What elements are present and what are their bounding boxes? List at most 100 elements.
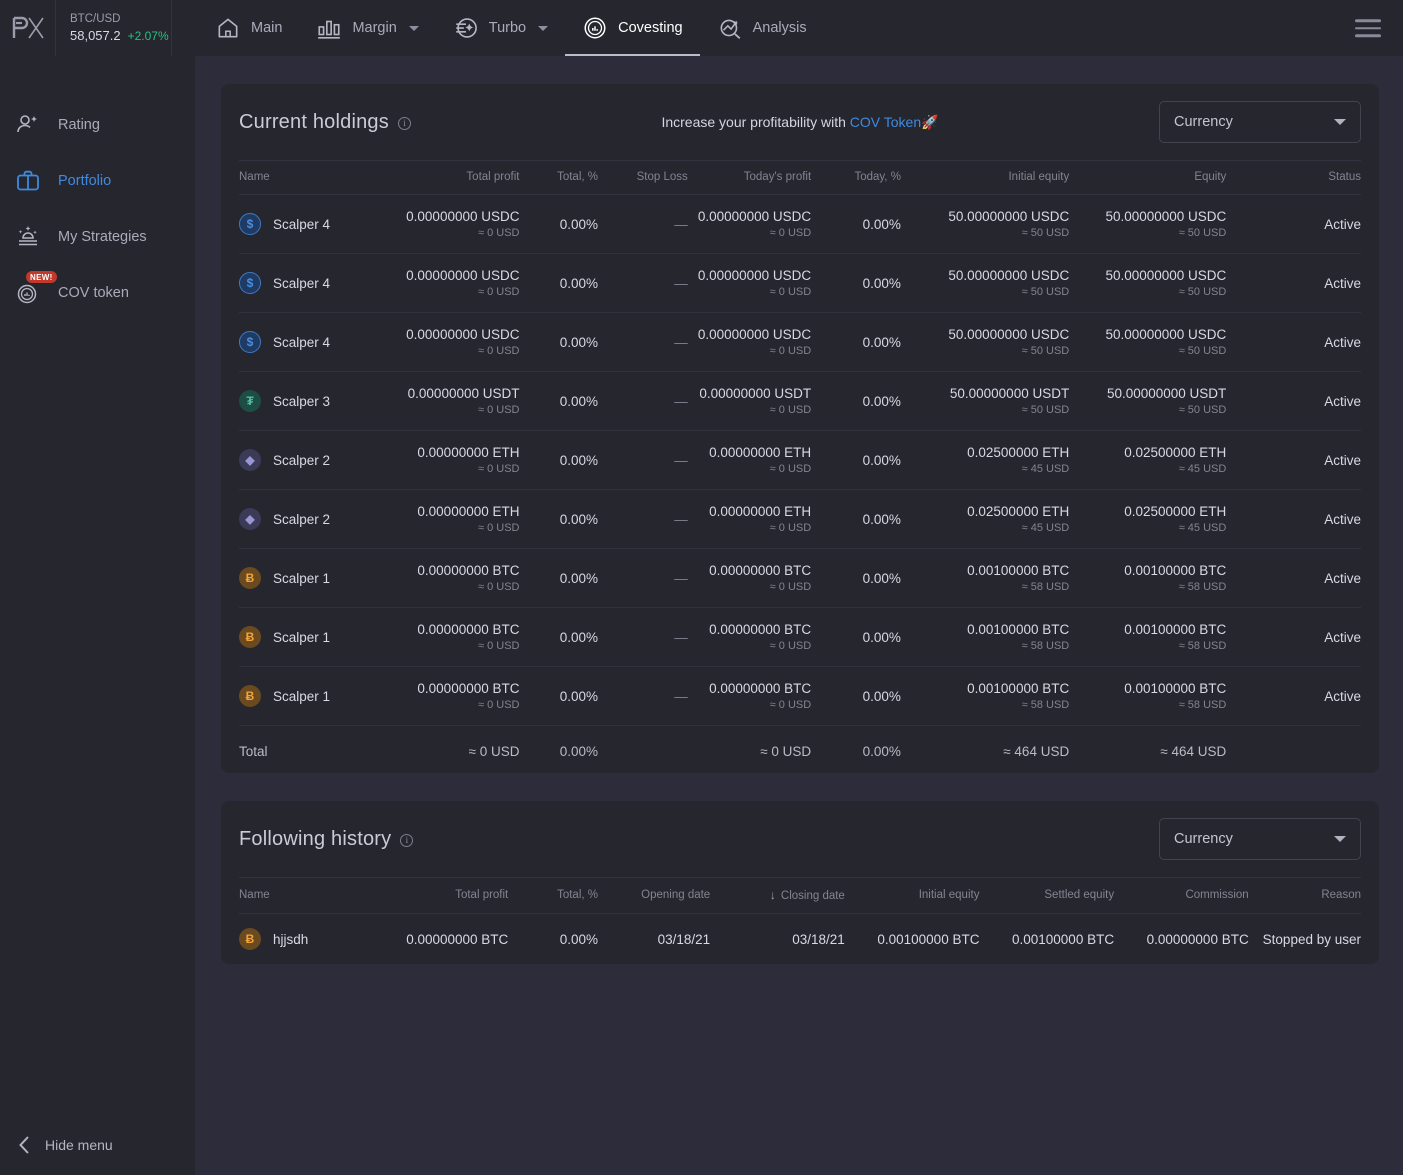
total-pct: 0.00% [559, 744, 599, 759]
nav-item-turbo[interactable]: Turbo [436, 0, 565, 56]
col-commission[interactable]: Commission [1114, 877, 1249, 914]
cell-today-pct: 0.00% [811, 430, 901, 490]
col-today-pct[interactable]: Today, % [811, 160, 901, 195]
history-currency-select[interactable]: Currency [1159, 818, 1361, 860]
ticker-change: +2.07% [127, 28, 169, 43]
col-settled-equity[interactable]: Settled equity [979, 877, 1115, 914]
col-total-profit[interactable]: Total profit [401, 160, 520, 195]
col-status[interactable]: Status [1226, 160, 1361, 195]
current-holdings-header: Current holdings i Increase your profita… [239, 84, 1361, 160]
hamburger-icon[interactable] [1355, 19, 1381, 37]
usdc-coin-icon: $ [239, 272, 261, 294]
table-row[interactable]: $ Scalper 4 0.00000000 USDC ≈ 0 USD 0.00% —0.… [239, 253, 1361, 313]
cell-equity: 50.00000000 USDC ≈ 50 USD [1069, 194, 1227, 254]
cell-initial-equity-usd: ≈ 50 USD [1021, 227, 1070, 239]
table-row[interactable]: Ƀ Scalper 1 0.00000000 BTC ≈ 0 USD 0.00% —0.0… [239, 607, 1361, 667]
cell-stop-loss: — [598, 607, 688, 667]
sidebar-item-portfolio[interactable]: Portfolio [0, 153, 195, 209]
col-stop-loss[interactable]: Stop Loss [598, 160, 688, 195]
cell-todays-profit-usd: ≈ 0 USD [769, 404, 812, 416]
total-todays-profit: ≈ 0 USD [760, 744, 812, 759]
table-row[interactable]: $ Scalper 4 0.00000000 USDC ≈ 0 USD 0.00% —0.… [239, 312, 1361, 372]
hamburger-bar [1355, 19, 1381, 22]
cell-today-pct: 0.00% [811, 253, 901, 313]
cell-name: Ƀhjjsdh [239, 914, 385, 965]
cell-stop-loss: — [598, 489, 688, 549]
table-row[interactable]: Ƀhjjsdh 0.00000000 BTC 0.00% 03/18/21 03/18/… [239, 914, 1361, 965]
cell-initial-equity: 0.00100000 BTC [877, 931, 980, 947]
ticker-btc-usd[interactable]: BTC/USD 58,057.2 +2.07% [56, 0, 172, 56]
sidebar-item-rating[interactable]: Rating [0, 97, 195, 153]
usdc-coin-icon: $ [239, 331, 261, 353]
cell-closing-date: 03/18/21 [792, 931, 845, 947]
cell-total-profit-usd: ≈ 0 USD [477, 640, 520, 652]
status-badge: Active [1226, 253, 1361, 313]
col-reason[interactable]: Reason [1248, 877, 1361, 914]
col-name[interactable]: Name [239, 877, 385, 914]
col-initial-equity[interactable]: Initial equity [844, 877, 980, 914]
nav-item-margin[interactable]: Margin [299, 0, 435, 56]
chevron-down-icon[interactable] [538, 25, 549, 31]
table-row[interactable]: ₮ Scalper 3 0.00000000 USDT ≈ 0 USD 0.00% —0.… [239, 371, 1361, 431]
nav-item-covesting[interactable]: Covesting [565, 0, 701, 56]
table-row[interactable]: ◆ Scalper 2 0.00000000 ETH ≈ 0 USD 0.00% —0.0… [239, 430, 1361, 490]
cell-name: $ Scalper 4 [239, 312, 402, 372]
cell-initial-equity: 0.00100000 BTC ≈ 58 USD [900, 607, 1070, 667]
table-row[interactable]: Ƀ Scalper 1 0.00000000 BTC ≈ 0 USD 0.00% —0.0… [239, 666, 1361, 726]
total-stop-loss [598, 726, 688, 774]
total-profit: ≈ 0 USD [468, 744, 520, 759]
cell-initial-equity: 50.00000000 USDC ≈ 50 USD [900, 253, 1070, 313]
chevron-left-icon [19, 1136, 29, 1154]
cov-token-link[interactable]: COV Token [850, 114, 921, 130]
holdings-currency-select[interactable]: Currency [1159, 101, 1361, 143]
info-icon[interactable]: i [400, 833, 414, 847]
table-row[interactable]: Ƀ Scalper 1 0.00000000 BTC ≈ 0 USD 0.00% —0.0… [239, 548, 1361, 608]
col-equity[interactable]: Equity [1069, 160, 1227, 195]
nav-item-main[interactable]: Main [198, 0, 299, 56]
sidebar-label-my-strategies: My Strategies [58, 229, 147, 245]
info-icon[interactable]: i [397, 116, 411, 130]
table-row[interactable]: ◆ Scalper 2 0.00000000 ETH ≈ 0 USD 0.00% —0.0… [239, 489, 1361, 549]
cell-equity: 0.00100000 BTC ≈ 58 USD [1069, 666, 1227, 726]
app-logo[interactable] [0, 0, 56, 56]
total-status [1226, 726, 1361, 774]
cell-todays-profit-usd: ≈ 0 USD [769, 581, 812, 593]
cell-total-profit: 0.00000000 BTC [406, 931, 509, 947]
total-equity: ≈ 464 USD [1160, 744, 1227, 759]
cell-initial-equity-usd: ≈ 45 USD [1021, 522, 1070, 534]
analysis-icon [720, 19, 740, 39]
sidebar-label-portfolio: Portfolio [58, 173, 112, 189]
cell-todays-profit: 0.00000000 USDC ≈ 0 USD [687, 312, 812, 372]
holdings-total-row: Total ≈ 0 USD 0.00% ≈ 0 USD 0.00% ≈ 464 USD ≈ … [239, 726, 1361, 774]
sidebar-item-cov-token[interactable]: NEW! COV token [0, 265, 195, 321]
briefcase-icon [14, 167, 42, 195]
col-closing-date[interactable]: ↓ Closing date [710, 877, 845, 914]
cell-equity-usd: ≈ 50 USD [1178, 345, 1227, 357]
table-row[interactable]: $ Scalper 4 0.00000000 USDC ≈ 0 USD 0.00% —0.… [239, 194, 1361, 254]
cell-settled-equity: 0.00100000 BTC [1012, 931, 1115, 947]
cell-name: $ Scalper 4 [239, 253, 402, 313]
px-logo-icon [12, 16, 44, 39]
cell-todays-profit-usd: ≈ 0 USD [769, 345, 812, 357]
col-todays-profit[interactable]: Today's profit [687, 160, 812, 195]
cell-initial-equity-usd: ≈ 45 USD [1021, 463, 1070, 475]
cell-total-profit: 0.00000000 ETH ≈ 0 USD [401, 489, 520, 549]
holdings-table-body: $ Scalper 4 0.00000000 USDC ≈ 0 USD 0.00% —0.… [239, 194, 1361, 774]
col-total-profit[interactable]: Total profit [384, 877, 509, 914]
col-total-pct[interactable]: Total, % [508, 877, 599, 914]
nav-item-analysis[interactable]: Analysis [700, 0, 824, 56]
cell-stop-loss: — [598, 253, 688, 313]
cell-equity: 0.02500000 ETH ≈ 45 USD [1069, 430, 1227, 490]
cell-name: ◆ Scalper 2 [239, 430, 402, 490]
total-initial-equity: ≈ 464 USD [1003, 744, 1070, 759]
hide-menu-button[interactable]: Hide menu [0, 1115, 195, 1175]
strategies-icon [14, 223, 42, 251]
cell-initial-equity-usd: ≈ 50 USD [1021, 345, 1070, 357]
chevron-down-icon[interactable] [408, 25, 419, 31]
cell-todays-profit: 0.00000000 USDC ≈ 0 USD [687, 194, 812, 254]
col-total-pct[interactable]: Total, % [519, 160, 599, 195]
col-initial-equity[interactable]: Initial equity [900, 160, 1070, 195]
sidebar-item-my-strategies[interactable]: My Strategies [0, 209, 195, 265]
col-name[interactable]: Name [239, 160, 402, 195]
col-opening-date[interactable]: Opening date [598, 877, 711, 914]
